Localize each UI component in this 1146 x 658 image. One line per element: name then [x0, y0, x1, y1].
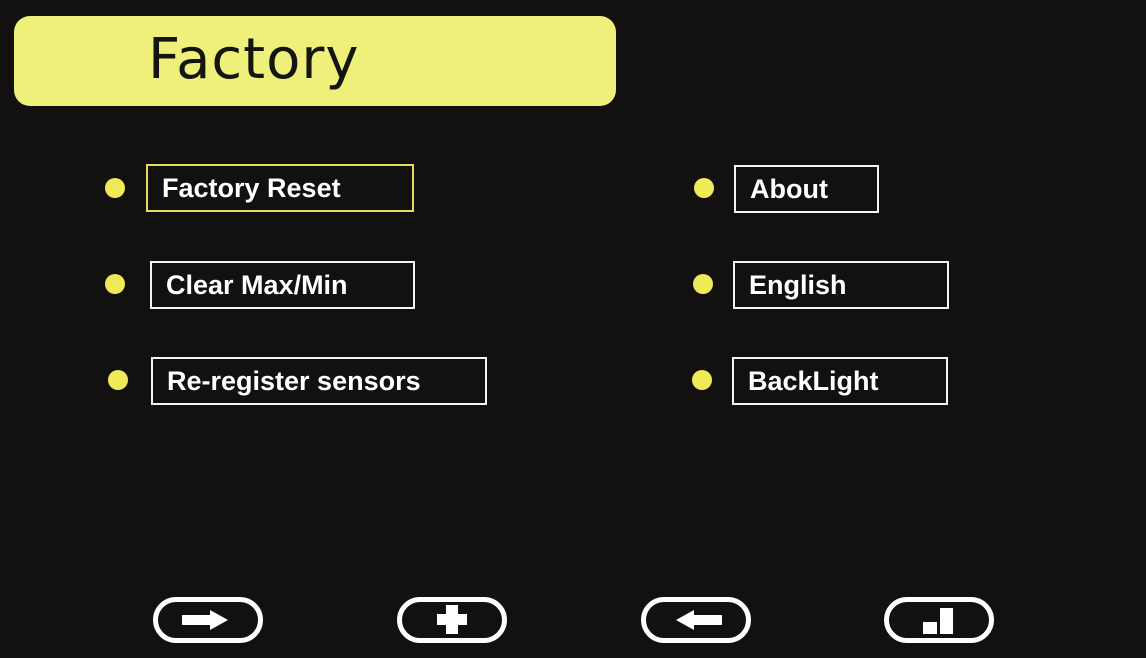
clear-max-min-label: Clear Max/Min [166, 270, 348, 300]
bullet-icon [105, 274, 125, 294]
bullet-icon [693, 274, 713, 294]
plus-button[interactable] [397, 597, 507, 643]
re-register-sensors-button[interactable]: Re-register sensors [151, 357, 487, 405]
back-button[interactable] [641, 597, 751, 643]
next-button[interactable] [153, 597, 263, 643]
english-label: English [749, 270, 847, 300]
arrow-left-icon [676, 610, 722, 630]
about-label: About [750, 174, 828, 204]
about-button[interactable]: About [734, 165, 879, 213]
page-title: Factory [148, 27, 360, 92]
plus-icon [437, 605, 467, 634]
title-bar: Factory [14, 16, 616, 106]
factory-reset-button[interactable]: Factory Reset [146, 164, 414, 212]
re-register-sensors-label: Re-register sensors [167, 366, 421, 396]
bullet-icon [692, 370, 712, 390]
split-square-icon [923, 608, 953, 634]
device-screen: Factory Factory Reset Clear Max/Min Re-r… [0, 0, 1146, 658]
backlight-label: BackLight [748, 366, 879, 396]
factory-reset-label: Factory Reset [162, 173, 341, 203]
bullet-icon [105, 178, 125, 198]
clear-max-min-button[interactable]: Clear Max/Min [150, 261, 415, 309]
english-button[interactable]: English [733, 261, 949, 309]
backlight-button[interactable]: BackLight [732, 357, 948, 405]
bullet-icon [108, 370, 128, 390]
bullet-icon [694, 178, 714, 198]
arrow-right-icon [182, 610, 228, 630]
split-button[interactable] [884, 597, 994, 643]
